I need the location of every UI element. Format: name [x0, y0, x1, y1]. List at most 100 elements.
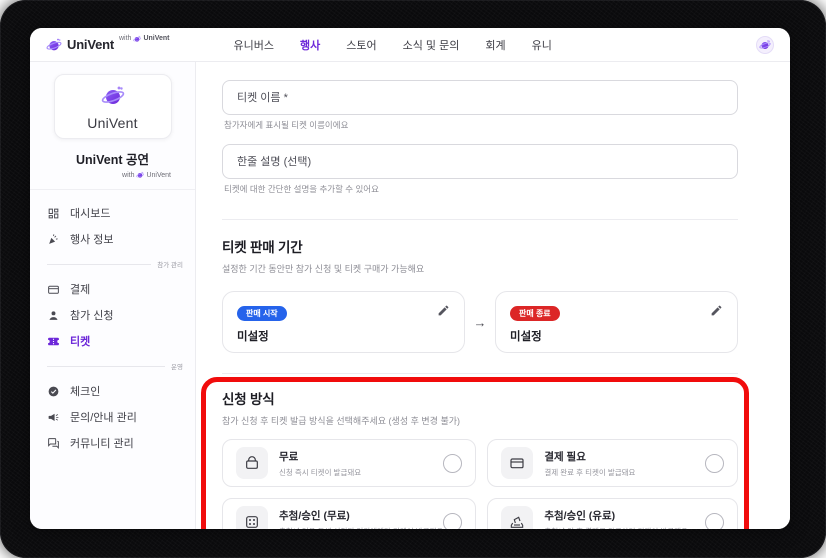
option-free[interactable]: 무료 신청 즉시 티켓이 발급돼요: [222, 439, 477, 487]
celebration-icon: [49, 233, 58, 244]
ticket-icon: [48, 337, 59, 345]
nav-item-uni[interactable]: 유니: [532, 37, 552, 53]
sale-start-badge: 판매 시작: [237, 306, 287, 321]
sidebar-item-payment[interactable]: 결제: [30, 276, 195, 302]
section-label: 운영: [171, 364, 183, 371]
sidebar: UniVent UniVent 공연 with UniVent 대시보드 행사 …: [30, 62, 196, 529]
ticket-name-input[interactable]: [222, 80, 738, 115]
org-sub-name: UniVent: [146, 171, 171, 179]
ticket-desc-helper: 티켓에 대한 간단한 설명을 추가할 수 있어요: [224, 184, 379, 194]
option-title: 추첨/승인 (무료): [279, 509, 350, 522]
option-desc: 신청 즉시 티켓이 발급돼요: [279, 467, 362, 477]
avatar-planet-icon: [759, 39, 771, 49]
option-lottery-paid[interactable]: 추첨/승인 (유료) 추첨/승인 후 결제를 완료하면 티켓이 발급돼요: [487, 498, 738, 529]
option-free-radio[interactable]: [443, 453, 463, 473]
sidebar-item-dashboard[interactable]: 대시보드: [30, 200, 195, 226]
megaphone-icon: [48, 413, 59, 421]
ticket-desc-group: 티켓에 대한 간단한 설명을 추가할 수 있어요: [222, 144, 738, 195]
nav-item-universe[interactable]: 유니버스: [234, 37, 274, 53]
divider: [47, 365, 166, 367]
pencil-icon: [711, 305, 722, 316]
ballot-box-icon: [511, 516, 524, 528]
option-lottery-free-radio[interactable]: [443, 512, 463, 529]
sale-period-helper: 설정한 기간 동안만 참가 신청 및 티켓 구매가 가능해요: [222, 264, 425, 274]
brand-subtitle: with UniVent: [119, 34, 170, 43]
org-sub-prefix: with: [122, 171, 135, 179]
option-title: 추첨/승인 (유료): [544, 509, 616, 522]
app-body: UniVent UniVent 공연 with UniVent 대시보드 행사 …: [30, 62, 790, 529]
sidebar-section-operations: 운영: [30, 357, 195, 375]
apply-method-section: 신청 방식 참가 신청 후 티켓 발급 방식을 선택해주세요 (생성 후 변경 …: [201, 377, 749, 529]
option-payment-radio[interactable]: [705, 453, 724, 473]
nav-item-accounting[interactable]: 회계: [485, 37, 505, 53]
option-title: 결제 필요: [544, 450, 586, 463]
nav-item-store[interactable]: 스토어: [346, 37, 376, 53]
main-nav: 유니버스 행사 스토어 소식 및 문의 회계 유니: [234, 37, 552, 53]
credit-card-icon: [48, 285, 59, 294]
dashboard-icon: [48, 208, 59, 218]
sidebar-item-label: 결제: [70, 284, 91, 296]
apply-method-helper: 참가 신청 후 티켓 발급 방식을 선택해주세요 (생성 후 변경 불가): [222, 416, 461, 426]
nav-item-news[interactable]: 소식 및 문의: [403, 37, 460, 53]
edit-start-button[interactable]: [437, 304, 451, 318]
brand-logo[interactable]: UniVent with UniVent: [46, 34, 170, 54]
top-navbar: UniVent with UniVent 유니버스 행사 스토어 소식 및 문의…: [30, 28, 790, 62]
option-desc: 추첨/승인을 통해 선정된 인원에게만 티켓이 발급돼요: [279, 526, 443, 530]
sale-start-card[interactable]: 판매 시작 미설정: [222, 291, 465, 353]
mini-planet-icon: [133, 35, 142, 42]
sale-period-row: 판매 시작 미설정 → 판매 종료 미설정: [222, 291, 738, 353]
option-desc: 결제 완료 후 티켓이 발급돼요: [544, 467, 636, 477]
sale-end-card[interactable]: 판매 종료 미설정: [495, 291, 738, 353]
page: UniVent with UniVent 유니버스 행사 스토어 소식 및 문의…: [0, 0, 826, 558]
option-lottery-free[interactable]: 추첨/승인 (무료) 추첨/승인을 통해 선정된 인원에게만 티켓이 발급돼요: [222, 498, 477, 530]
sidebar-item-community[interactable]: 커뮤니티 관리: [30, 430, 195, 456]
apply-method-title: 신청 방식: [222, 392, 275, 407]
ticket-name-helper: 참가자에게 표시될 티켓 이름이에요: [224, 120, 349, 130]
option-payment-required[interactable]: 결제 필요 결제 완료 후 티켓이 발급돼요: [487, 439, 738, 487]
brand-sub-name: UniVent: [143, 34, 170, 42]
edit-end-button[interactable]: [710, 304, 724, 318]
org-logo-card: UniVent: [53, 74, 172, 139]
sidebar-item-label: 참가 신청: [70, 310, 114, 322]
brand-sub-prefix: with: [119, 34, 132, 42]
sidebar-item-inquiries[interactable]: 문의/안내 관리: [30, 404, 195, 430]
arrow-right-icon: →: [473, 314, 487, 330]
sale-end-badge: 판매 종료: [510, 306, 560, 321]
org-logo-text: UniVent: [87, 115, 138, 131]
sidebar-item-label: 커뮤니티 관리: [70, 438, 134, 450]
sidebar-item-applications[interactable]: 참가 신청: [30, 302, 195, 328]
mini-planet-icon: [136, 171, 145, 178]
user-avatar[interactable]: [756, 35, 774, 54]
divider: [222, 219, 738, 220]
sidebar-item-checkin[interactable]: 체크인: [30, 378, 195, 404]
sidebar-item-label: 문의/안내 관리: [70, 412, 137, 424]
sidebar-item-label: 행사 정보: [70, 234, 114, 246]
divider: [222, 373, 738, 374]
person-icon: [49, 310, 58, 320]
sidebar-section-participants: 참가 관리: [30, 255, 195, 273]
planet-logo-icon: [46, 37, 62, 51]
apply-options-grid: 무료 신청 즉시 티켓이 발급돼요 결제 필요 결제 완료 후 티켓이 발급돼요…: [222, 439, 738, 529]
org-planet-icon: [100, 85, 125, 105]
sidebar-header: UniVent UniVent 공연 with UniVent: [30, 62, 195, 190]
option-title: 무료: [279, 450, 299, 463]
sidebar-item-event-info[interactable]: 행사 정보: [30, 226, 195, 252]
brand-name: UniVent: [67, 36, 114, 52]
gift-bag-icon: [246, 456, 258, 469]
sidebar-item-label: 체크인: [70, 386, 101, 398]
credit-card-icon: [510, 458, 524, 469]
sale-period-title: 티켓 판매 기간: [222, 240, 303, 255]
option-lottery-paid-radio[interactable]: [705, 512, 724, 529]
nav-item-events[interactable]: 행사: [300, 37, 320, 53]
sidebar-nav: 대시보드 행사 정보 참가 관리 결제 참가 신청 티켓 운영 체크인 문의/안…: [30, 190, 195, 456]
sidebar-item-label: 대시보드: [70, 208, 111, 220]
sidebar-item-tickets[interactable]: 티켓: [30, 328, 195, 354]
dice-icon: [246, 516, 258, 528]
app-window: UniVent with UniVent 유니버스 행사 스토어 소식 및 문의…: [30, 28, 790, 529]
main-content: 참가자에게 표시될 티켓 이름이에요 티켓에 대한 간단한 설명을 추가할 수 …: [196, 62, 790, 529]
ticket-desc-input[interactable]: [222, 144, 738, 179]
org-name: UniVent 공연: [75, 153, 149, 167]
sale-end-value: 미설정: [510, 331, 542, 343]
forum-icon: [48, 437, 59, 449]
sidebar-item-label: 티켓: [70, 336, 91, 348]
